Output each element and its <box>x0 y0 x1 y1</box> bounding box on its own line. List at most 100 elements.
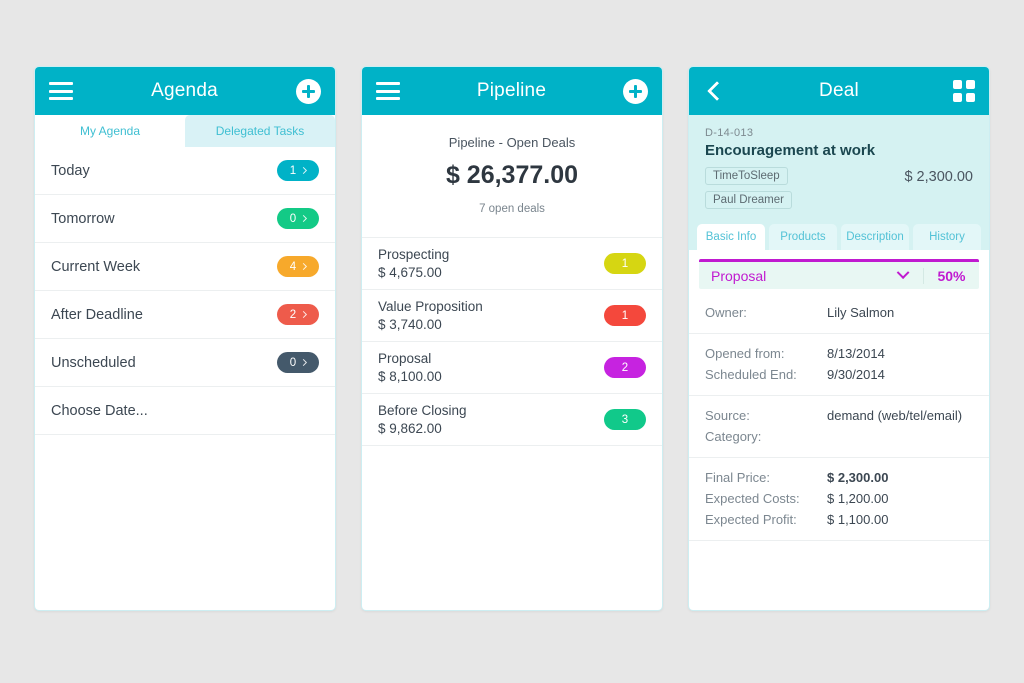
chevron-right-icon <box>300 214 308 223</box>
badge-count: 2 <box>289 308 297 321</box>
tab-basic-info[interactable]: Basic Info <box>697 224 765 250</box>
stage-texts: Value Proposition $ 3,740.00 <box>378 298 604 334</box>
count-badge[interactable]: 1 <box>604 305 646 326</box>
summary-amount: $ 26,377.00 <box>445 161 579 189</box>
badge-count: 0 <box>289 356 297 369</box>
badge-count: 2 <box>621 361 629 374</box>
field-value: demand (web/tel/email) <box>827 408 963 423</box>
field-value: $ 1,200.00 <box>827 491 889 506</box>
pipeline-appbar: Pipeline <box>362 67 662 115</box>
agenda-panel: Agenda My Agenda Delegated Tasks Today 1… <box>34 66 336 611</box>
tab-delegated-tasks[interactable]: Delegated Tasks <box>185 115 335 147</box>
field-group-source: Source: demand (web/tel/email) Category: <box>689 396 989 458</box>
pipeline-panel: Pipeline Pipeline - Open Deals $ 26,377.… <box>361 66 663 611</box>
list-item[interactable]: After Deadline 2 <box>35 291 335 339</box>
status-badge[interactable]: 1 <box>277 160 319 181</box>
tab-my-agenda[interactable]: My Agenda <box>35 115 185 147</box>
list-item[interactable]: Prospecting $ 4,675.00 1 <box>362 238 662 290</box>
field-value: 8/13/2014 <box>827 346 885 361</box>
badge-count: 1 <box>621 257 629 270</box>
summary-caption: Pipeline - Open Deals <box>448 135 576 150</box>
field-value: $ 2,300.00 <box>827 470 889 485</box>
plus-circle-icon[interactable] <box>623 78 648 104</box>
stage-name: Value Proposition <box>378 298 483 314</box>
list-item[interactable]: Today 1 <box>35 147 335 195</box>
field-group-dates: Opened from: 8/13/2014 Scheduled End: 9/… <box>689 334 989 396</box>
deal-price: $ 2,300.00 <box>904 169 973 185</box>
badge-count: 0 <box>289 212 297 225</box>
list-item-label: Today <box>51 162 90 179</box>
list-item[interactable]: Tomorrow 0 <box>35 195 335 243</box>
stage-amount: $ 9,862.00 <box>378 420 442 436</box>
badge-count: 3 <box>621 413 629 426</box>
deal-tabs: Basic Info Products Description History <box>689 224 989 250</box>
field-row: Category: <box>705 426 973 447</box>
field-row: Expected Costs: $ 1,200.00 <box>705 488 973 509</box>
badge-count: 4 <box>289 260 297 273</box>
hamburger-icon[interactable] <box>376 82 400 100</box>
list-item[interactable]: Unscheduled 0 <box>35 339 335 387</box>
list-item[interactable]: Before Closing $ 9,862.00 3 <box>362 394 662 446</box>
stage-name: Proposal <box>378 350 432 366</box>
list-item[interactable]: Value Proposition $ 3,740.00 1 <box>362 290 662 342</box>
count-badge[interactable]: 1 <box>604 253 646 274</box>
deal-chips: TimeToSleep Paul Dreamer <box>705 166 904 214</box>
chip-account[interactable]: TimeToSleep <box>705 167 788 185</box>
chevron-right-icon <box>300 310 308 319</box>
count-badge[interactable]: 2 <box>604 357 646 378</box>
chevron-right-icon <box>300 166 308 175</box>
stage-name: Before Closing <box>378 402 467 418</box>
tab-history[interactable]: History <box>913 224 981 250</box>
tab-description[interactable]: Description <box>841 224 909 250</box>
stage-amount: $ 3,740.00 <box>378 316 442 332</box>
hamburger-icon[interactable] <box>49 82 73 100</box>
deal-name: Encouragement at work <box>705 142 876 159</box>
stage-probability: 50% <box>923 267 979 284</box>
stage-select[interactable]: Proposal 50% <box>699 259 979 289</box>
chevron-right-icon <box>300 358 308 367</box>
count-badge[interactable]: 3 <box>604 409 646 430</box>
deal-panel: Deal D-14-013 Encouragement at work Time… <box>688 66 990 611</box>
summary-subtitle: 7 open deals <box>479 203 545 215</box>
page-title: Agenda <box>151 80 218 101</box>
deal-header: D-14-013 Encouragement at work TimeToSle… <box>689 115 989 224</box>
field-row: Final Price: $ 2,300.00 <box>705 467 973 488</box>
stage-amount: $ 4,675.00 <box>378 264 442 280</box>
agenda-list: Today 1 Tomorrow 0 Current Week 4 After … <box>35 147 335 435</box>
list-item-choose-date[interactable]: Choose Date... <box>35 387 335 435</box>
pipeline-summary: Pipeline - Open Deals $ 26,377.00 7 open… <box>362 115 662 238</box>
list-item-label: After Deadline <box>51 306 143 323</box>
field-value: 9/30/2014 <box>827 367 885 382</box>
plus-circle-icon[interactable] <box>296 78 321 104</box>
stage-select-value: Proposal <box>711 267 767 284</box>
field-group-money: Final Price: $ 2,300.00 Expected Costs: … <box>689 458 989 541</box>
stage-texts: Prospecting $ 4,675.00 <box>378 246 604 282</box>
list-item[interactable]: Proposal $ 8,100.00 2 <box>362 342 662 394</box>
field-value: Lily Salmon <box>827 305 895 320</box>
stage-name: Prospecting <box>378 246 450 262</box>
list-item[interactable]: Current Week 4 <box>35 243 335 291</box>
field-label: Expected Profit: <box>705 512 797 527</box>
back-chevron-icon[interactable] <box>703 80 725 102</box>
field-row: Expected Profit: $ 1,100.00 <box>705 509 973 530</box>
field-label: Final Price: <box>705 470 771 485</box>
badge-count: 1 <box>621 309 629 322</box>
status-badge[interactable]: 0 <box>277 352 319 373</box>
screen: Agenda My Agenda Delegated Tasks Today 1… <box>0 0 1024 683</box>
status-badge[interactable]: 0 <box>277 208 319 229</box>
field-label: Owner: <box>705 305 747 320</box>
field-label: Opened from: <box>705 346 785 361</box>
stage-texts: Before Closing $ 9,862.00 <box>378 402 604 438</box>
deal-body-filler <box>689 541 989 587</box>
field-row: Source: demand (web/tel/email) <box>705 405 973 426</box>
field-label: Source: <box>705 408 750 423</box>
field-group-owner: Owner: Lily Salmon <box>689 293 989 334</box>
tab-products[interactable]: Products <box>769 224 837 250</box>
stage-amount: $ 8,100.00 <box>378 368 442 384</box>
list-item-label: Tomorrow <box>51 210 115 227</box>
chip-contact[interactable]: Paul Dreamer <box>705 191 792 209</box>
status-badge[interactable]: 2 <box>277 304 319 325</box>
agenda-tabs: My Agenda Delegated Tasks <box>35 115 335 147</box>
status-badge[interactable]: 4 <box>277 256 319 277</box>
grid-icon[interactable] <box>953 80 975 102</box>
